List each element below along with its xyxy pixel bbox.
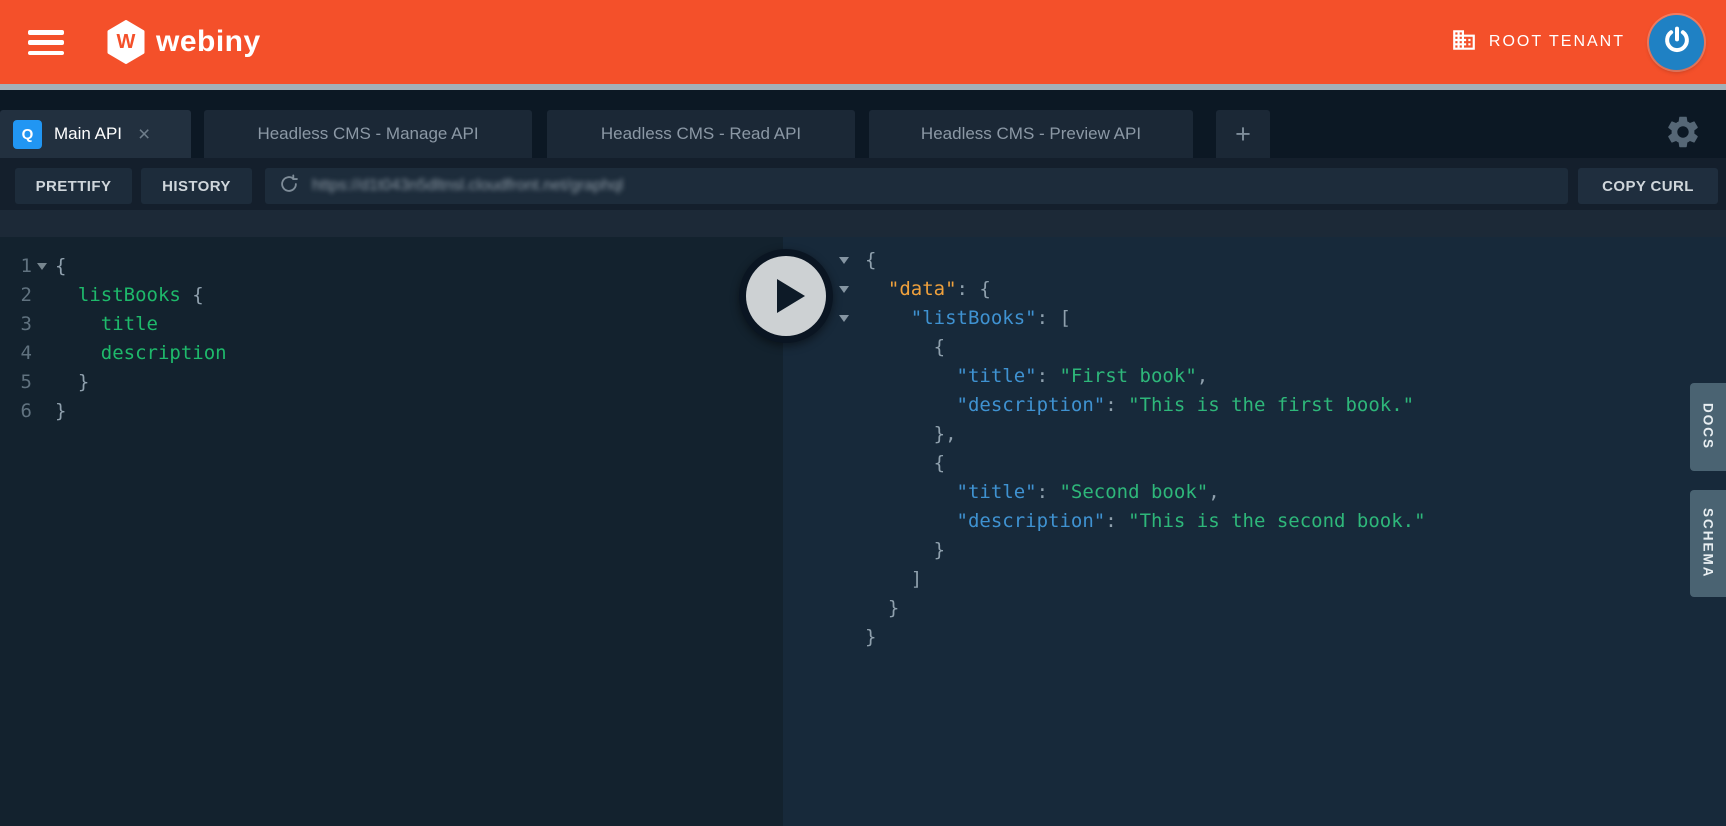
user-avatar[interactable] [1649,15,1704,70]
code-text: } [865,594,899,623]
code-text: } [55,368,89,397]
docs-side-tab[interactable]: DOCS [1690,383,1726,471]
code-line: } [783,623,1726,652]
playground-content: 1{2 listBooks {3 title4 description5 }6}… [0,237,1726,826]
code-line: } [783,536,1726,565]
code-text: } [55,397,66,426]
result-viewer: { "data": { "listBooks": [ { "title": "F… [783,246,1726,652]
code-text: "listBooks": [ [865,304,1071,333]
tab-label: Headless CMS - Preview API [921,124,1141,144]
code-text: description [55,339,227,368]
tab-label: Headless CMS - Manage API [257,124,478,144]
line-number: 1 [8,252,32,281]
code-line: 4 description [0,339,783,368]
fold-gutter [839,257,865,264]
schema-side-tab[interactable]: SCHEMA [1690,490,1726,597]
code-text: ] [865,565,922,594]
code-text: { [55,252,66,281]
settings-gear-icon[interactable] [1664,113,1702,151]
endpoint-url-text: https://d1t043n5dltnsl.cloudfront.net/gr… [312,177,623,195]
gravatar-power-icon [1661,24,1693,61]
code-line: "title": "Second book", [783,478,1726,507]
endpoint-url-input[interactable]: https://d1t043n5dltnsl.cloudfront.net/gr… [265,168,1568,204]
play-button-circle [746,256,826,336]
query-editor-pane[interactable]: 1{2 listBooks {3 title4 description5 }6} [0,237,783,826]
tab-label: Headless CMS - Read API [601,124,801,144]
line-number: 2 [8,281,32,310]
code-line: 3 title [0,310,783,339]
code-line: "description": "This is the second book.… [783,507,1726,536]
api-tab-bar: Q Main API × Headless CMS - Manage API H… [0,90,1726,158]
tab-main-api[interactable]: Q Main API × [0,110,191,158]
line-number: 5 [8,368,32,397]
line-number: 4 [8,339,32,368]
code-line: 2 listBooks { [0,281,783,310]
brand-wordmark: webiny [156,25,261,59]
code-text: }, [865,420,957,449]
code-line: 5 } [0,368,783,397]
line-number: 6 [8,397,32,426]
line-number: 3 [8,310,32,339]
close-tab-icon[interactable]: × [138,124,150,145]
code-line: 1{ [0,252,783,281]
code-text: title [55,310,158,339]
code-line: "listBooks": [ [783,304,1726,333]
code-text: } [865,623,876,652]
code-line: 6} [0,397,783,426]
tab-headless-cms-preview-api[interactable]: Headless CMS - Preview API [869,110,1193,158]
code-text: listBooks { [55,281,204,310]
webiny-hexagon-icon: W [106,20,146,64]
fold-arrow-icon[interactable] [839,315,849,322]
building-icon [1451,27,1477,58]
tenant-selector[interactable]: ROOT TENANT [1451,0,1625,84]
code-line: "data": { [783,275,1726,304]
code-line: { [783,246,1726,275]
fold-arrow-icon[interactable] [37,263,47,270]
graphql-playground-app: W webiny ROOT TENANT Q Main A [0,0,1726,826]
plus-icon: + [1235,119,1251,150]
fold-gutter [839,315,865,322]
code-text: "description": "This is the second book.… [865,507,1426,536]
tenant-label: ROOT TENANT [1489,33,1625,51]
query-editor[interactable]: 1{2 listBooks {3 title4 description5 }6} [0,252,783,426]
code-line: { [783,449,1726,478]
fold-gutter [839,286,865,293]
history-button[interactable]: HISTORY [141,168,252,204]
code-text: } [865,536,945,565]
code-line: "description": "This is the first book." [783,391,1726,420]
code-text: { [865,246,876,275]
fold-arrow-icon[interactable] [839,286,849,293]
app-header: W webiny ROOT TENANT [0,0,1726,84]
hamburger-menu-icon[interactable] [28,30,64,55]
code-text: { [865,333,945,362]
add-tab-button[interactable]: + [1216,110,1270,158]
code-line: ] [783,565,1726,594]
code-text: "title": "First book", [865,362,1208,391]
tab-headless-cms-read-api[interactable]: Headless CMS - Read API [547,110,855,158]
play-icon [777,279,805,313]
toolbar-lower-band [0,210,1726,237]
code-text: "title": "Second book", [865,478,1220,507]
code-line: }, [783,420,1726,449]
logo-initial: W [106,20,146,64]
prettify-button[interactable]: PRETTIFY [15,168,132,204]
query-badge: Q [13,120,42,149]
editor-toolbar: PRETTIFY HISTORY https://d1t043n5dltnsl.… [0,158,1726,210]
code-text: "data": { [865,275,991,304]
tab-headless-cms-manage-api[interactable]: Headless CMS - Manage API [204,110,532,158]
code-text: { [865,449,945,478]
code-line: } [783,594,1726,623]
tab-label: Main API [54,124,122,144]
code-text: "description": "This is the first book." [865,391,1414,420]
reload-icon[interactable] [278,173,300,200]
fold-arrow-icon[interactable] [839,257,849,264]
result-pane: { "data": { "listBooks": [ { "title": "F… [783,237,1726,826]
webiny-logo: W webiny [106,20,261,64]
execute-query-button[interactable] [739,249,833,343]
copy-curl-button[interactable]: COPY CURL [1578,168,1718,204]
code-line: "title": "First book", [783,362,1726,391]
fold-gutter [34,263,55,270]
code-line: { [783,333,1726,362]
